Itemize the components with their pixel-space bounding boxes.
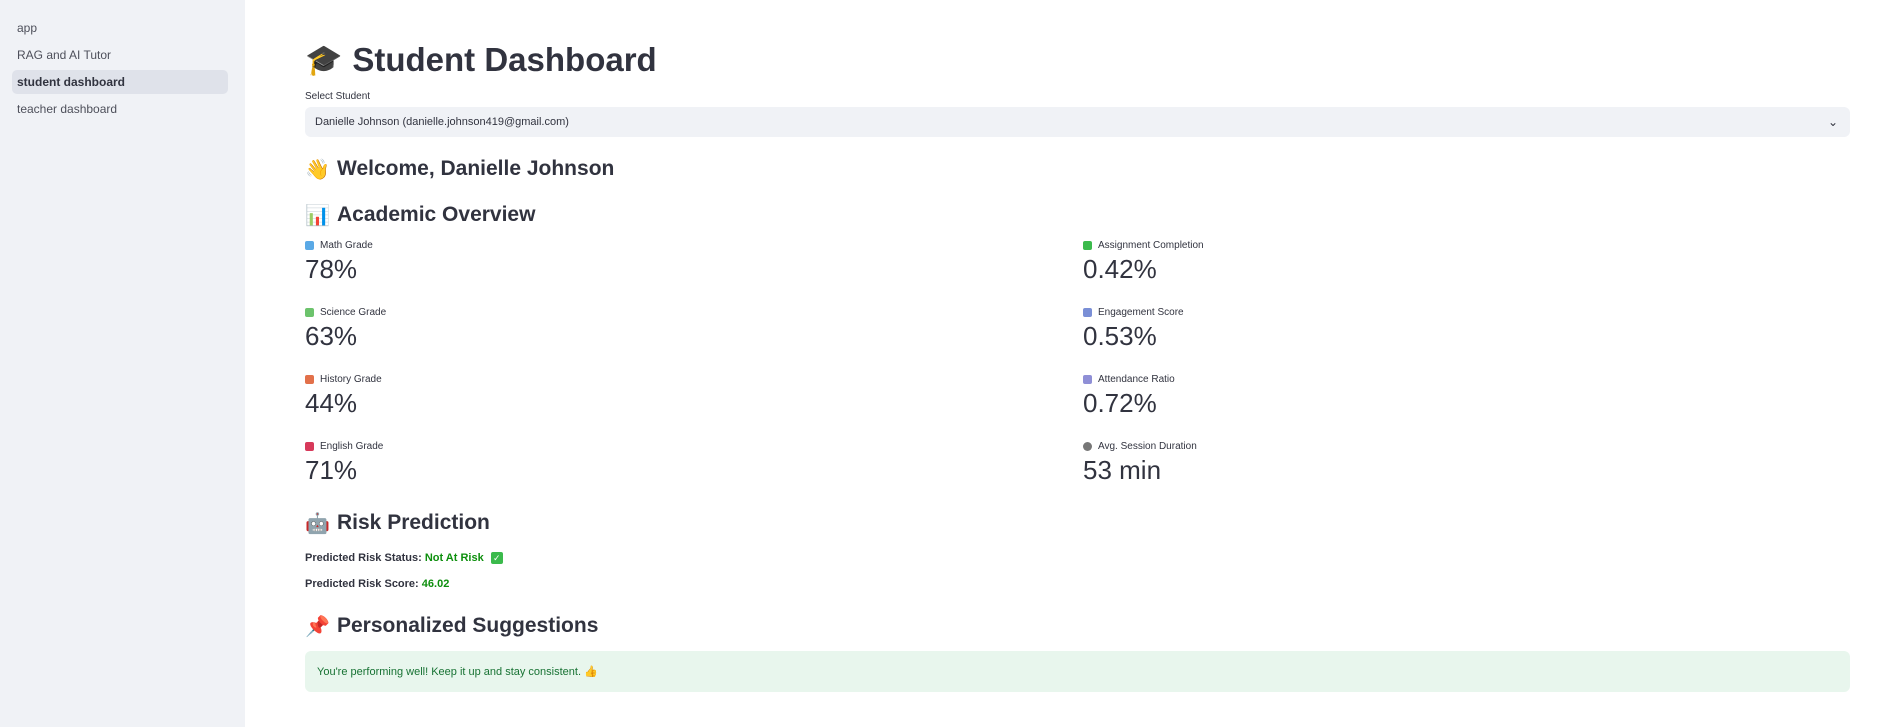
academic-overview-title: Academic Overview — [337, 203, 536, 226]
metric-value: 71% — [305, 455, 358, 485]
suggestion-message: You're performing well! Keep it up and s… — [317, 666, 598, 678]
waving-hand-icon: 👋 — [305, 158, 330, 181]
metric-english-grade: English Grade 71% — [305, 441, 1083, 508]
risk-prediction-title: Risk Prediction — [337, 511, 490, 534]
welcome-text: Welcome, Danielle Johnson — [337, 157, 615, 180]
risk-status-label: Predicted Risk Status: — [305, 552, 422, 564]
metrics-column-left: Math Grade 78% Science Grade 63% History… — [305, 240, 1083, 508]
student-select[interactable]: Danielle Johnson (danielle.johnson419@gm… — [305, 107, 1850, 137]
risk-score: Predicted Risk Score: 46.02 — [305, 578, 1850, 590]
metric-avg-session-duration: Avg. Session Duration 53 min — [1083, 441, 1861, 508]
metric-math-grade: Math Grade 78% — [305, 240, 1083, 307]
robot-icon: 🤖 — [305, 512, 330, 535]
sidebar-item-student-dashboard[interactable]: student dashboard — [12, 70, 228, 94]
pushpin-icon: 📌 — [305, 615, 330, 638]
metrics-column-right: Assignment Completion 0.42% Engagement S… — [1083, 240, 1861, 508]
metric-label: Assignment Completion — [1098, 240, 1204, 251]
check-mark-icon: ✓ — [490, 552, 503, 564]
risk-status: Predicted Risk Status: Not At Risk ✓ — [305, 552, 1850, 564]
metric-value: 63% — [305, 321, 358, 351]
check-mark-icon — [1083, 241, 1092, 250]
metric-attendance-ratio: Attendance Ratio 0.72% — [1083, 374, 1861, 441]
main-content: 🎓 Student Dashboard Select Student Danie… — [305, 0, 1850, 692]
sidebar-item-app[interactable]: app — [12, 16, 228, 40]
metric-label: English Grade — [320, 441, 384, 452]
metric-label: Math Grade — [320, 240, 373, 251]
metric-history-grade: History Grade 44% — [305, 374, 1083, 441]
welcome-heading: 👋 Welcome, Danielle Johnson — [305, 154, 1850, 184]
metric-value: 0.42% — [1083, 254, 1157, 284]
chart-increasing-icon — [1083, 308, 1092, 317]
metric-label: Avg. Session Duration — [1098, 441, 1197, 452]
sidebar-item-rag-ai-tutor[interactable]: RAG and AI Tutor — [12, 43, 228, 67]
page-title: 🎓 Student Dashboard — [305, 38, 1850, 82]
metric-value: 78% — [305, 254, 358, 284]
bar-chart-icon: 📊 — [305, 204, 330, 227]
personalized-suggestions-title: Personalized Suggestions — [337, 614, 599, 637]
clock-icon — [1083, 442, 1092, 451]
metric-science-grade: Science Grade 63% — [305, 307, 1083, 374]
metric-label: Attendance Ratio — [1098, 374, 1175, 385]
page-title-text: Student Dashboard — [352, 41, 657, 78]
sidebar-item-teacher-dashboard[interactable]: teacher dashboard — [12, 97, 228, 121]
risk-prediction-heading: 🤖 Risk Prediction — [305, 508, 1850, 538]
personalized-suggestions-heading: 📌 Personalized Suggestions — [305, 611, 1850, 641]
red-book-icon — [305, 442, 314, 451]
metric-value: 0.72% — [1083, 388, 1157, 418]
academic-overview-heading: 📊 Academic Overview — [305, 200, 1850, 230]
metric-value: 44% — [305, 388, 358, 418]
metric-label: Science Grade — [320, 307, 387, 318]
risk-score-value: 46.02 — [421, 578, 450, 590]
orange-book-icon — [305, 375, 314, 384]
select-student-label: Select Student — [305, 91, 371, 102]
metric-value: 0.53% — [1083, 321, 1157, 351]
metric-engagement-score: Engagement Score 0.53% — [1083, 307, 1861, 374]
graduation-cap-icon: 🎓 — [305, 43, 343, 77]
sidebar: app RAG and AI Tutor student dashboard t… — [0, 0, 245, 727]
success-banner: You're performing well! Keep it up and s… — [305, 651, 1850, 692]
calendar-icon — [1083, 375, 1092, 384]
metrics-grid: Math Grade 78% Science Grade 63% History… — [305, 240, 1850, 508]
metric-label: Engagement Score — [1098, 307, 1184, 318]
risk-status-value: Not At Risk — [424, 552, 484, 564]
blue-book-icon — [305, 241, 314, 250]
green-book-icon — [305, 308, 314, 317]
metric-value: 53 min — [1083, 455, 1162, 485]
risk-score-label: Predicted Risk Score: — [305, 578, 419, 590]
metric-assignment-completion: Assignment Completion 0.42% — [1083, 240, 1861, 307]
student-select-value: Danielle Johnson (danielle.johnson419@gm… — [315, 116, 569, 128]
chevron-down-icon: ⌄ — [1827, 115, 1838, 129]
metric-label: History Grade — [320, 374, 382, 385]
sidebar-nav: app RAG and AI Tutor student dashboard t… — [0, 0, 245, 121]
